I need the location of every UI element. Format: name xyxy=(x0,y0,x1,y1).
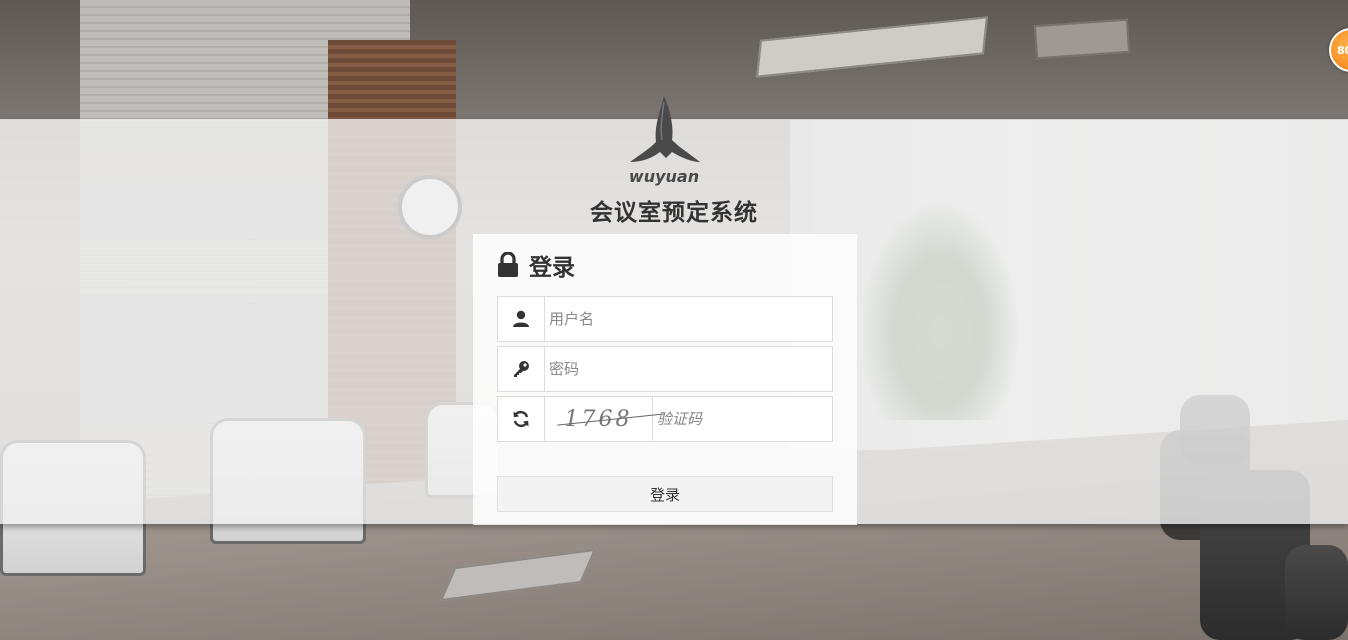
lock-icon xyxy=(497,251,519,278)
key-icon xyxy=(498,347,545,391)
captcha-image[interactable]: 1768 xyxy=(545,397,653,441)
system-title: 会议室预定系统 xyxy=(590,200,758,226)
username-input[interactable] xyxy=(545,297,832,341)
username-field xyxy=(497,296,833,342)
captcha-field: 1768 xyxy=(497,396,853,442)
captcha-text: 1768 xyxy=(564,406,633,432)
password-input[interactable] xyxy=(545,347,832,391)
svg-text:wuyuan: wuyuan xyxy=(629,167,699,186)
password-field xyxy=(497,346,833,392)
login-header: 登录 xyxy=(497,250,575,281)
wuyuan-logo: wuyuan xyxy=(624,92,704,186)
ceiling-vent xyxy=(1033,18,1131,60)
login-title: 登录 xyxy=(529,255,575,281)
refresh-icon[interactable] xyxy=(498,397,545,441)
captcha-input[interactable] xyxy=(653,397,853,441)
login-form: 登录 17 xyxy=(473,234,857,525)
user-icon xyxy=(498,297,545,341)
login-button[interactable]: 登录 xyxy=(497,476,833,512)
chair xyxy=(1285,545,1348,640)
floating-badge-text: 80 xyxy=(1337,43,1348,57)
